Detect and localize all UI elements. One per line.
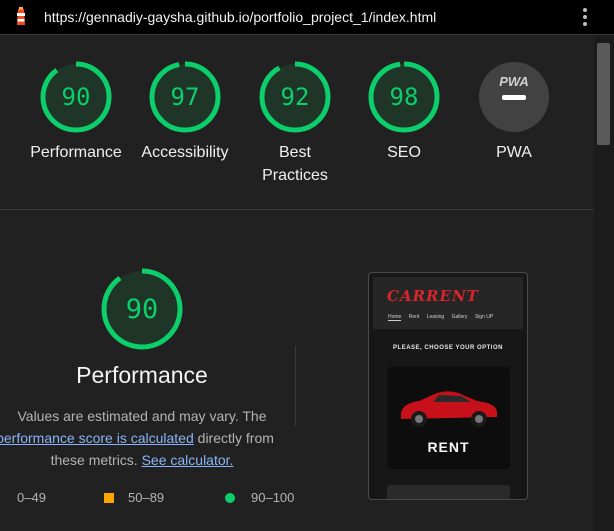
average-square-icon: [104, 493, 114, 503]
page-url[interactable]: https://gennadiy-gaysha.github.io/portfo…: [44, 9, 436, 25]
site-header: CARRENT Home Rent Leasing Gallery Sign U…: [373, 277, 523, 329]
gauge-label: Performance: [30, 144, 122, 161]
kebab-menu-icon[interactable]: [578, 8, 592, 26]
performance-title: Performance: [76, 362, 208, 388]
nav-item: Home: [388, 314, 402, 321]
nav-item: Leasing: [426, 314, 445, 320]
gauge-accessibility[interactable]: 97 Accessibility: [130, 61, 240, 164]
performance-score: 90: [126, 294, 159, 325]
gauge-label: Accessibility: [141, 144, 229, 161]
legend-average: 50–89: [104, 490, 164, 505]
performance-description: Values are estimated and may vary. The p…: [0, 405, 284, 471]
performance-summary: 90 Performance Values are estimated and …: [0, 268, 284, 468]
page-screenshot-thumbnail[interactable]: CARRENT Home Rent Leasing Gallery Sign U…: [368, 272, 528, 500]
pwa-badge-icon: PWA: [479, 62, 549, 132]
gauge-label: SEO: [387, 144, 421, 161]
rent-label: RENT: [427, 439, 470, 455]
legend-average-range: 50–89: [128, 490, 165, 505]
pwa-badge-text: PWA: [499, 74, 529, 89]
score-calculated-link[interactable]: performance score is calculated: [0, 430, 194, 446]
lighthouse-icon: [17, 7, 25, 25]
section-divider: [0, 209, 594, 210]
red-car-icon: [401, 391, 497, 427]
vertical-divider: [295, 346, 296, 426]
legend-pass-range: 90–100: [251, 490, 295, 505]
performance-large-gauge: 90: [101, 268, 183, 350]
site-heading: PLEASE, CHOOSE YOUR OPTION: [393, 345, 503, 351]
gauge-seo[interactable]: 98 SEO: [349, 61, 459, 164]
gauge-score: 97: [171, 83, 200, 111]
pass-circle-icon: [225, 493, 235, 503]
site-brand-logo: CARRENT: [387, 287, 479, 305]
gauge-best-practices[interactable]: 92 Best Practices: [240, 61, 350, 187]
browser-address-bar: https://gennadiy-gaysha.github.io/portfo…: [0, 0, 614, 35]
accessibility-gauge-ring: 97: [149, 61, 221, 133]
gauge-pwa[interactable]: PWA PWA: [459, 61, 569, 164]
legend-fail: 0–49: [17, 490, 46, 505]
legend-pass: 90–100: [225, 490, 294, 505]
gauge-label: Best Practices: [262, 144, 328, 184]
gauge-score: 90: [62, 83, 91, 111]
gauge-score: 92: [281, 83, 310, 111]
see-calculator-link[interactable]: See calculator.: [142, 452, 234, 468]
performance-gauge-ring: 90: [40, 61, 112, 133]
rent-card: RENT: [387, 367, 510, 469]
nav-item: Rent: [408, 314, 420, 320]
gauge-score: 98: [390, 83, 419, 111]
next-card: [387, 485, 510, 499]
nav-item: Sign UP: [474, 314, 494, 320]
seo-gauge-ring: 98: [368, 61, 440, 133]
gauge-performance[interactable]: 90 Performance: [21, 61, 131, 164]
desc-text-1: Values are estimated and may vary. The: [17, 408, 267, 424]
legend-fail-range: 0–49: [17, 490, 46, 505]
category-gauges: 90 Performance 97 Accessibility 92 Best …: [0, 35, 594, 209]
score-legend: 0–49 50–89 90–100: [0, 490, 300, 510]
gauge-label: PWA: [496, 144, 532, 161]
scrollbar-thumb[interactable]: [597, 43, 610, 145]
site-nav: Home Rent Leasing Gallery Sign UP: [388, 314, 499, 321]
nav-item: Gallery: [451, 314, 468, 320]
best-practices-gauge-ring: 92: [259, 61, 331, 133]
